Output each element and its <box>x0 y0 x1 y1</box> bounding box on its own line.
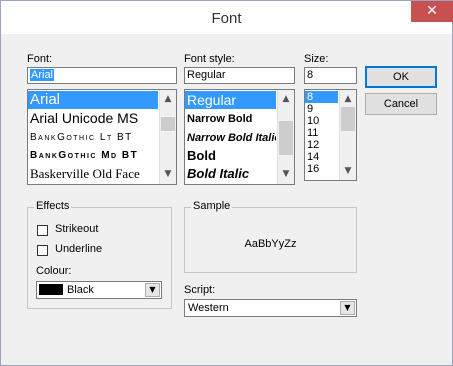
close-button[interactable]: ✕ <box>411 1 453 22</box>
style-item-narrow-bold[interactable]: Narrow Bold <box>185 110 276 128</box>
scroll-down-icon[interactable]: ▼ <box>160 166 176 182</box>
sample-group: Sample AaBbYyZz <box>184 200 357 273</box>
sample-text: AaBbYyZz <box>244 238 297 250</box>
title-bar[interactable]: Font ✕ <box>1 1 453 34</box>
sample-group-title: Sample <box>191 200 233 212</box>
style-item-regular[interactable]: Regular <box>185 91 276 109</box>
font-item-bankgothic-lt[interactable]: BankGothic Lt BT <box>28 129 158 146</box>
scroll-down-icon[interactable]: ▼ <box>340 163 356 179</box>
font-item-baskerville[interactable]: Baskerville Old Face <box>28 165 158 183</box>
size-label: Size: <box>304 53 329 65</box>
size-item[interactable]: 14 <box>305 151 338 163</box>
underline-checkbox[interactable] <box>37 245 48 256</box>
scroll-up-icon[interactable]: ▲ <box>160 91 176 107</box>
size-list-scrollbar[interactable]: ▲ ▼ <box>339 90 356 180</box>
colour-label: Colour: <box>36 265 72 277</box>
size-item[interactable]: 12 <box>305 139 338 151</box>
script-select-value: Western <box>188 302 229 314</box>
scroll-thumb[interactable] <box>341 107 355 131</box>
colour-swatch <box>39 284 63 295</box>
font-list[interactable]: Arial Arial Unicode MS BankGothic Lt BT … <box>27 89 177 185</box>
size-item[interactable]: 8 <box>305 91 338 103</box>
font-dialog: Font ✕ Font: Arial Arial Arial Unicode M… <box>0 0 453 366</box>
underline-label[interactable]: Underline <box>55 243 102 255</box>
size-item[interactable]: 9 <box>305 103 338 115</box>
font-style-label: Font style: <box>184 53 235 65</box>
scroll-down-icon[interactable]: ▼ <box>278 166 294 182</box>
effects-group: Effects Strikeout Underline Colour: Blac… <box>27 200 172 309</box>
size-item[interactable]: 10 <box>305 115 338 127</box>
scroll-thumb[interactable] <box>161 117 175 131</box>
script-label: Script: <box>184 284 216 296</box>
effects-group-title: Effects <box>34 200 72 212</box>
font-input[interactable]: Arial <box>27 67 177 84</box>
font-item-arial-unicode[interactable]: Arial Unicode MS <box>28 109 158 128</box>
close-icon: ✕ <box>426 3 438 19</box>
colour-select[interactable]: Black ▼ <box>36 281 162 299</box>
font-style-input[interactable]: Regular <box>184 67 295 84</box>
size-input[interactable]: 8 <box>304 67 357 84</box>
window-title: Font <box>211 10 242 27</box>
font-item-arial[interactable]: Arial <box>28 91 158 109</box>
font-style-list-scrollbar[interactable]: ▲ ▼ <box>277 90 294 184</box>
script-select[interactable]: Western ▼ <box>184 299 357 317</box>
scroll-up-icon[interactable]: ▲ <box>340 91 356 107</box>
style-item-bold-italic[interactable]: Bold Italic <box>185 165 276 183</box>
size-item[interactable]: 11 <box>305 127 338 139</box>
font-style-list[interactable]: Regular Narrow Bold Narrow Bold Italic B… <box>184 89 295 185</box>
font-label: Font: <box>27 53 53 65</box>
size-item[interactable]: 16 <box>305 163 338 175</box>
strikeout-label[interactable]: Strikeout <box>55 223 98 235</box>
font-input-text: Arial <box>30 69 55 81</box>
colour-select-value: Black <box>67 284 94 296</box>
scroll-thumb[interactable] <box>279 121 293 155</box>
dropdown-arrow-icon[interactable]: ▼ <box>145 283 160 297</box>
size-list[interactable]: 8 9 10 11 12 14 16 ▲ ▼ <box>304 89 357 181</box>
scroll-up-icon[interactable]: ▲ <box>278 91 294 107</box>
ok-button[interactable]: OK <box>365 66 437 88</box>
style-item-bold[interactable]: Bold <box>185 147 276 165</box>
cancel-button[interactable]: Cancel <box>365 93 437 115</box>
font-list-scrollbar[interactable]: ▲ ▼ <box>159 90 176 184</box>
dropdown-arrow-icon[interactable]: ▼ <box>340 301 355 315</box>
font-item-bankgothic-md[interactable]: BankGothic Md BT <box>28 147 158 165</box>
style-item-narrow-bold-italic[interactable]: Narrow Bold Italic <box>185 129 276 147</box>
strikeout-checkbox[interactable] <box>37 225 48 236</box>
